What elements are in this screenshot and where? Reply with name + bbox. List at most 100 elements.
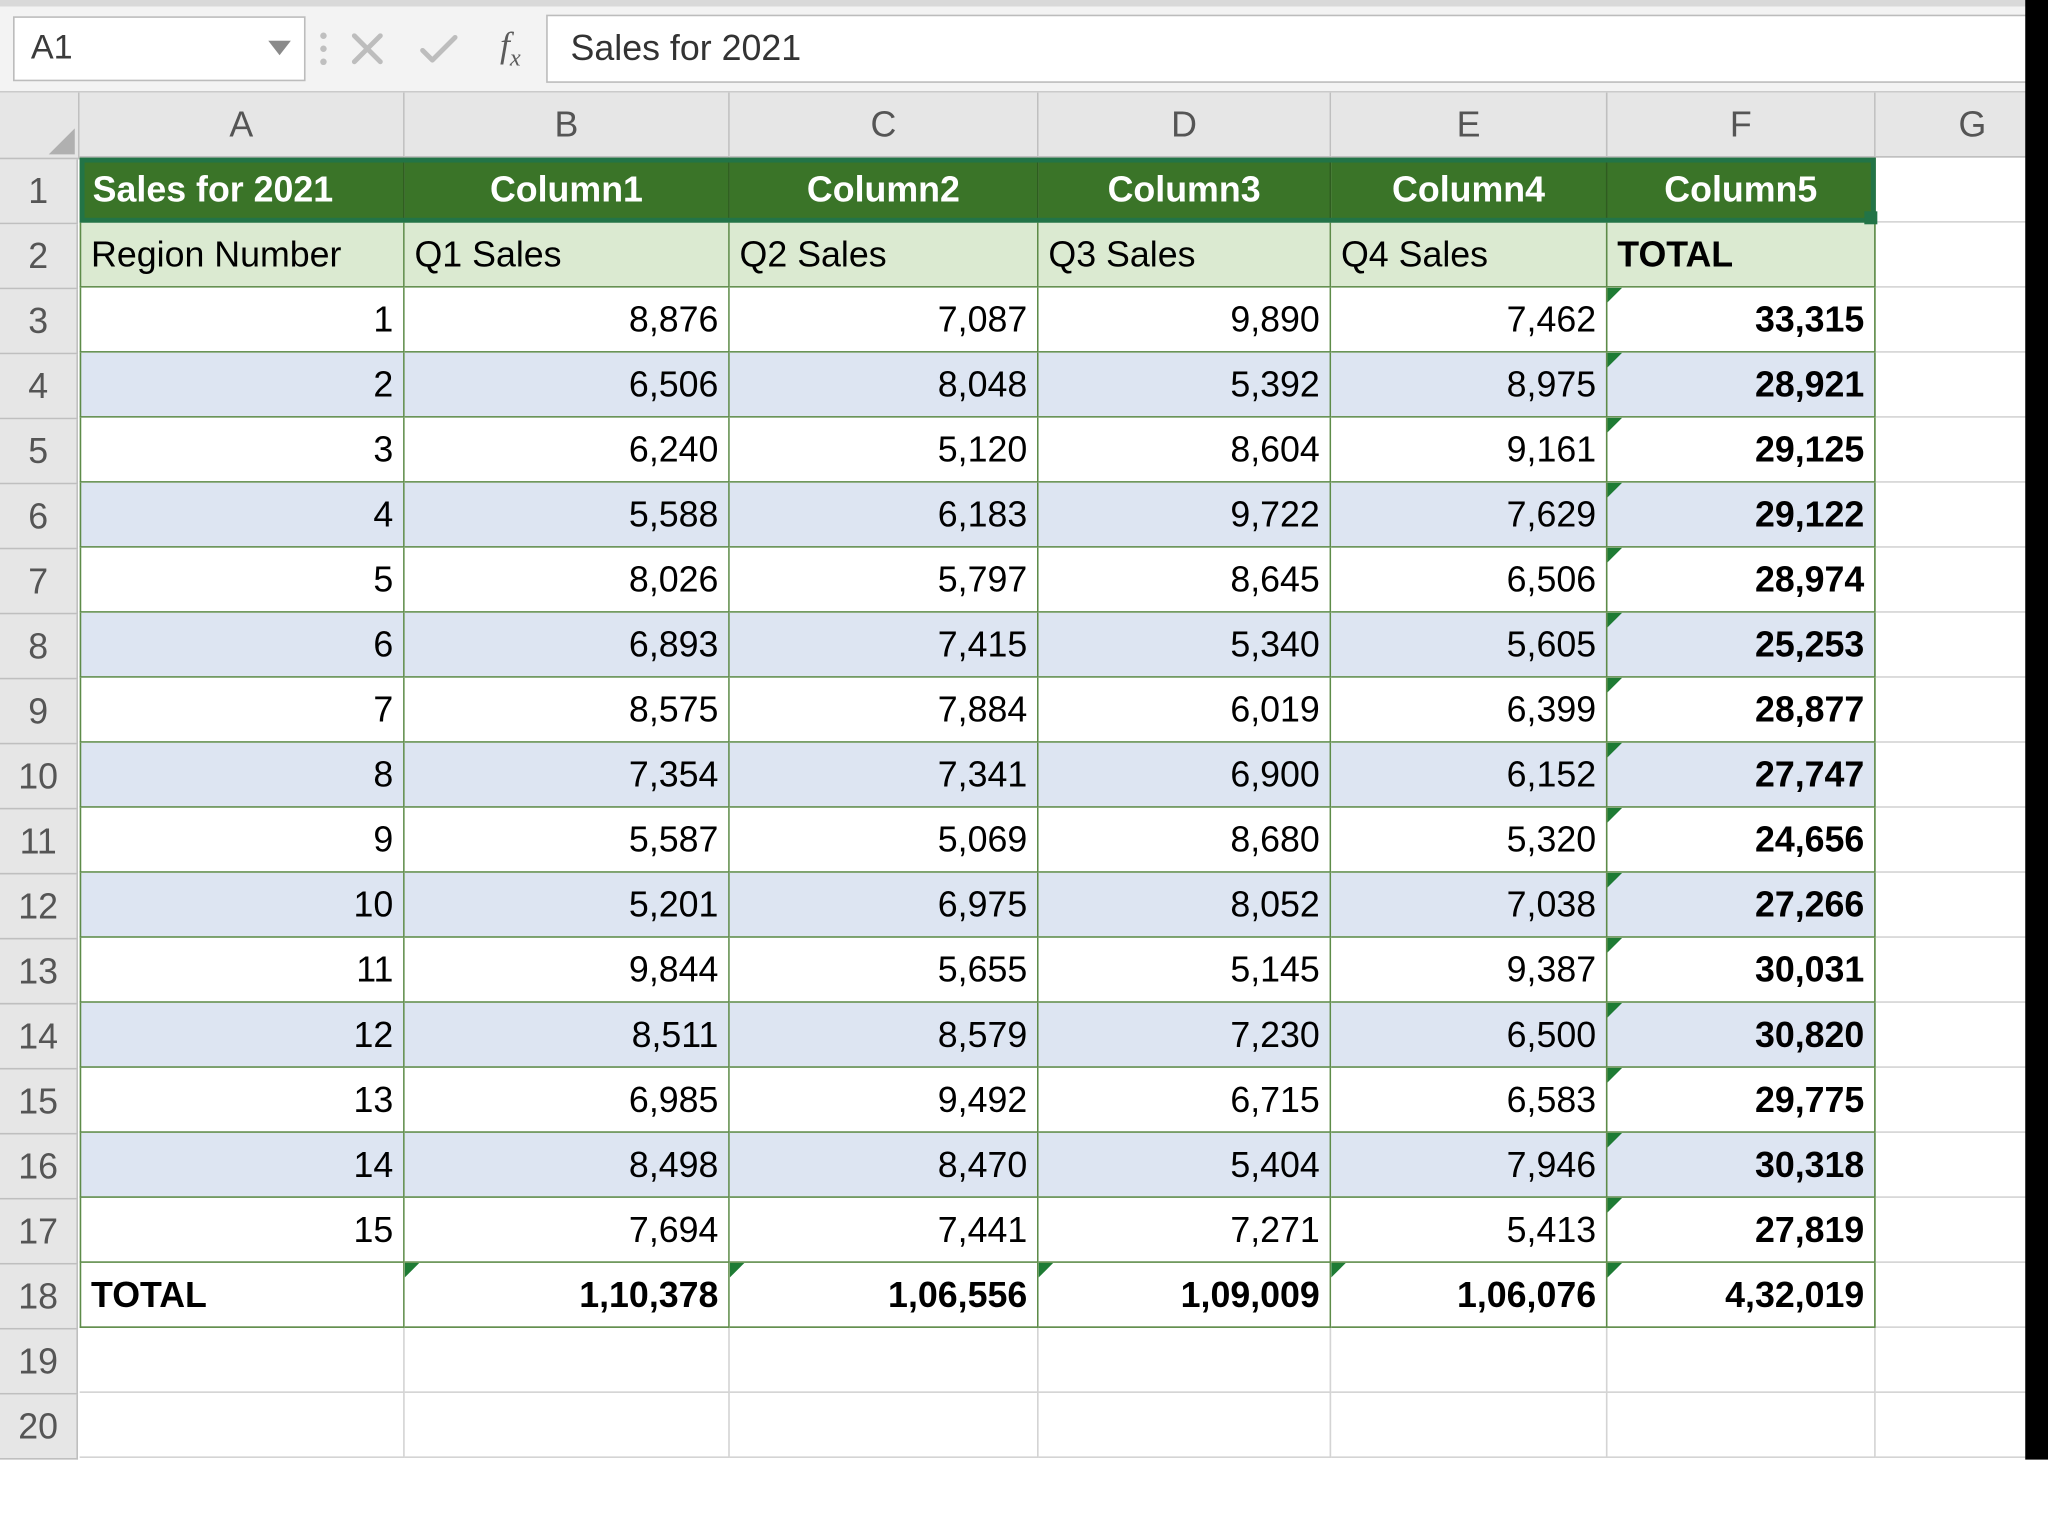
table-cell[interactable]: 6,183 [730, 483, 1039, 548]
table-cell[interactable]: 3 [80, 418, 405, 483]
table-cell[interactable]: 5,588 [405, 483, 730, 548]
table-cell[interactable]: 6,715 [1039, 1068, 1332, 1133]
table-cell[interactable]: 24,656 [1608, 808, 1876, 873]
table-cell[interactable]: 8,052 [1039, 873, 1332, 938]
table-cell[interactable]: 15 [80, 1198, 405, 1263]
table-total-cell[interactable]: 1,10,378 [405, 1263, 730, 1328]
row-header-9[interactable]: 9 [0, 679, 78, 744]
cell[interactable] [1608, 1393, 1876, 1458]
table-header-cell[interactable]: Column4 [1331, 158, 1607, 223]
table-cell[interactable]: 5,120 [730, 418, 1039, 483]
table-cell[interactable]: 6,240 [405, 418, 730, 483]
cell[interactable] [1876, 353, 2048, 418]
row-header-15[interactable]: 15 [0, 1070, 78, 1135]
table-subheader-cell[interactable]: TOTAL [1608, 223, 1876, 288]
column-header-E[interactable]: E [1331, 93, 1607, 158]
cell[interactable] [1876, 1393, 2048, 1458]
table-cell[interactable]: 5,797 [730, 548, 1039, 613]
table-cell[interactable]: 9,387 [1331, 938, 1607, 1003]
cell[interactable] [1876, 1198, 2048, 1263]
table-cell[interactable]: 8,470 [730, 1133, 1039, 1198]
table-cell[interactable]: 8,575 [405, 678, 730, 743]
table-header-cell[interactable]: Column1 [405, 158, 730, 223]
table-total-cell[interactable]: TOTAL [80, 1263, 405, 1328]
insert-function-button[interactable]: fx [475, 16, 547, 81]
table-subheader-cell[interactable]: Q3 Sales [1039, 223, 1332, 288]
cell[interactable] [1876, 613, 2048, 678]
table-subheader-cell[interactable]: Q4 Sales [1331, 223, 1607, 288]
table-cell[interactable]: 27,819 [1608, 1198, 1876, 1263]
table-cell[interactable]: 5,201 [405, 873, 730, 938]
table-cell[interactable]: 5,605 [1331, 613, 1607, 678]
table-cell[interactable]: 7,271 [1039, 1198, 1332, 1263]
row-header-7[interactable]: 7 [0, 549, 78, 614]
row-header-18[interactable]: 18 [0, 1265, 78, 1330]
table-cell[interactable]: 7,629 [1331, 483, 1607, 548]
table-cell[interactable]: 9 [80, 808, 405, 873]
table-cell[interactable]: 8,604 [1039, 418, 1332, 483]
cell[interactable] [1876, 678, 2048, 743]
table-cell[interactable]: 6 [80, 613, 405, 678]
table-cell[interactable]: 9,844 [405, 938, 730, 1003]
table-total-cell[interactable]: 4,32,019 [1608, 1263, 1876, 1328]
table-cell[interactable]: 30,031 [1608, 938, 1876, 1003]
table-cell[interactable]: 12 [80, 1003, 405, 1068]
table-cell[interactable]: 8,975 [1331, 353, 1607, 418]
cell[interactable] [1876, 1263, 2048, 1328]
table-cell[interactable]: 4 [80, 483, 405, 548]
cell[interactable] [1876, 288, 2048, 353]
table-cell[interactable]: 7,087 [730, 288, 1039, 353]
cell[interactable] [405, 1328, 730, 1393]
table-cell[interactable]: 5 [80, 548, 405, 613]
cell[interactable] [1331, 1393, 1607, 1458]
table-cell[interactable]: 30,820 [1608, 1003, 1876, 1068]
row-header-3[interactable]: 3 [0, 289, 78, 354]
cell[interactable] [80, 1393, 405, 1458]
table-cell[interactable]: 8,511 [405, 1003, 730, 1068]
cell[interactable] [1039, 1393, 1332, 1458]
row-header-17[interactable]: 17 [0, 1200, 78, 1265]
cell[interactable] [1876, 938, 2048, 1003]
row-header-8[interactable]: 8 [0, 614, 78, 679]
table-cell[interactable]: 5,340 [1039, 613, 1332, 678]
name-box[interactable]: A1 [13, 16, 306, 81]
table-cell[interactable]: 7,884 [730, 678, 1039, 743]
table-cell[interactable]: 28,921 [1608, 353, 1876, 418]
enter-button[interactable] [403, 16, 475, 81]
table-cell[interactable]: 9,161 [1331, 418, 1607, 483]
table-cell[interactable]: 2 [80, 353, 405, 418]
table-total-cell[interactable]: 1,06,556 [730, 1263, 1039, 1328]
table-header-cell[interactable]: Sales for 2021 [80, 158, 405, 223]
cell[interactable] [1876, 548, 2048, 613]
row-header-2[interactable]: 2 [0, 224, 78, 289]
table-cell[interactable]: 8 [80, 743, 405, 808]
row-header-10[interactable]: 10 [0, 744, 78, 809]
column-header-F[interactable]: F [1608, 93, 1876, 158]
table-subheader-cell[interactable]: Region Number [80, 223, 405, 288]
row-header-6[interactable]: 6 [0, 484, 78, 549]
table-cell[interactable]: 7,694 [405, 1198, 730, 1263]
cell[interactable] [1039, 1328, 1332, 1393]
table-total-cell[interactable]: 1,09,009 [1039, 1263, 1332, 1328]
row-header-14[interactable]: 14 [0, 1004, 78, 1069]
table-cell[interactable]: 30,318 [1608, 1133, 1876, 1198]
table-cell[interactable]: 5,320 [1331, 808, 1607, 873]
table-cell[interactable]: 6,152 [1331, 743, 1607, 808]
table-cell[interactable]: 5,392 [1039, 353, 1332, 418]
table-cell[interactable]: 28,877 [1608, 678, 1876, 743]
table-cell[interactable]: 27,266 [1608, 873, 1876, 938]
table-cell[interactable]: 7,415 [730, 613, 1039, 678]
table-cell[interactable]: 6,500 [1331, 1003, 1607, 1068]
table-cell[interactable]: 8,876 [405, 288, 730, 353]
cell[interactable] [1876, 483, 2048, 548]
cell[interactable] [730, 1328, 1039, 1393]
table-cell[interactable]: 25,253 [1608, 613, 1876, 678]
cell[interactable] [80, 1328, 405, 1393]
cell[interactable] [1876, 808, 2048, 873]
cell[interactable] [1876, 158, 2048, 223]
table-cell[interactable]: 7 [80, 678, 405, 743]
table-cell[interactable]: 6,399 [1331, 678, 1607, 743]
cell[interactable] [1876, 1003, 2048, 1068]
table-cell[interactable]: 8,680 [1039, 808, 1332, 873]
table-cell[interactable]: 29,125 [1608, 418, 1876, 483]
